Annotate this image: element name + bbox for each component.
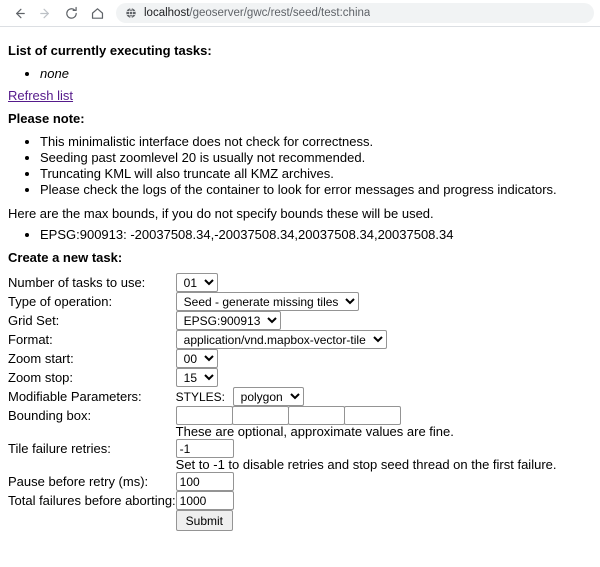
label-bounding-box: Bounding box: <box>8 408 92 423</box>
bounding-box-hint: These are optional, approximate values a… <box>175 424 454 439</box>
address-bar-host: localhost <box>144 7 190 19</box>
bounding-box-inputs <box>175 406 557 425</box>
reload-button[interactable] <box>58 1 84 25</box>
form-row-type-of-operation: Type of operation: Seed - generate missi… <box>8 292 556 311</box>
form-row-bounding-box: Bounding box: <box>8 406 556 425</box>
list-item: Please check the logs of the container t… <box>40 182 592 197</box>
label-zoom-start: Zoom start: <box>8 351 74 366</box>
address-bar[interactable]: localhost/geoserver/gwc/rest/seed/test:c… <box>116 3 594 23</box>
bbox-minx-input[interactable] <box>175 406 233 425</box>
globe-icon <box>125 7 137 19</box>
bbox-maxy-input[interactable] <box>343 406 401 425</box>
form-row-zoom-start: Zoom start: 00 <box>8 349 556 368</box>
label-tile-failure-retries: Tile failure retries: <box>8 441 111 456</box>
label-format: Format: <box>8 332 53 347</box>
home-button[interactable] <box>84 1 110 25</box>
styles-label: STYLES: <box>175 390 226 404</box>
reload-icon <box>64 6 79 21</box>
list-item: Seeding past zoomlevel 20 is usually not… <box>40 150 592 165</box>
type-of-operation-select[interactable]: Seed - generate missing tiles <box>175 292 359 311</box>
list-item: EPSG:900913: -20037508.34,-20037508.34,2… <box>40 227 592 242</box>
format-select[interactable]: application/vnd.mapbox-vector-tile <box>175 330 387 349</box>
form-row-tile-failure-retries: Tile failure retries: <box>8 439 556 458</box>
grid-set-select[interactable]: EPSG:900913 <box>175 311 281 330</box>
label-modifiable-parameters: Modifiable Parameters: <box>8 389 142 404</box>
forward-arrow-icon <box>38 6 53 21</box>
tile-failure-retries-hint: Set to -1 to disable retries and stop se… <box>175 457 557 472</box>
address-bar-path: /geoserver/gwc/rest/seed/test:china <box>189 7 371 19</box>
form-row-bounding-box-hint: These are optional, approximate values a… <box>8 425 556 439</box>
form-row-submit: Submit <box>8 510 556 531</box>
form-row-tile-failure-retries-hint: Set to -1 to disable retries and stop se… <box>8 457 557 472</box>
form-row-pause-before-retry: Pause before retry (ms): <box>8 472 556 491</box>
forward-button[interactable] <box>32 1 58 25</box>
label-number-of-tasks: Number of tasks to use: <box>8 275 146 290</box>
zoom-start-select[interactable]: 00 <box>175 349 218 368</box>
total-failures-input[interactable] <box>175 491 234 510</box>
address-bar-url: localhost/geoserver/gwc/rest/seed/test:c… <box>144 7 370 19</box>
bbox-miny-input[interactable] <box>231 406 289 425</box>
please-note-list: This minimalistic interface does not che… <box>8 134 592 197</box>
list-item: none <box>40 66 592 81</box>
styles-select[interactable]: polygon <box>232 387 304 406</box>
submit-button[interactable]: Submit <box>175 510 234 531</box>
bbox-maxx-input[interactable] <box>287 406 345 425</box>
list-item: This minimalistic interface does not che… <box>40 134 592 149</box>
executing-tasks-list: none <box>8 66 592 81</box>
label-pause-before-retry: Pause before retry (ms): <box>8 474 149 489</box>
back-arrow-icon <box>12 6 27 21</box>
executing-tasks-heading: List of currently executing tasks: <box>8 43 212 58</box>
pause-before-retry-input[interactable] <box>175 472 234 491</box>
number-of-tasks-select[interactable]: 01 <box>175 273 218 292</box>
please-note-heading: Please note: <box>8 111 85 126</box>
list-item: Truncating KML will also truncate all KM… <box>40 166 592 181</box>
form-row-modifiable-parameters: Modifiable Parameters: STYLES: polygon <box>8 387 556 406</box>
seed-task-form: Number of tasks to use: 01 Type of opera… <box>8 273 556 531</box>
form-row-total-failures: Total failures before aborting: <box>8 491 556 510</box>
refresh-list-link[interactable]: Refresh list <box>8 88 73 103</box>
form-row-grid-set: Grid Set: EPSG:900913 <box>8 311 556 330</box>
max-bounds-intro: Here are the max bounds, if you do not s… <box>8 206 434 221</box>
label-grid-set: Grid Set: <box>8 313 60 328</box>
label-total-failures: Total failures before aborting: <box>8 493 176 508</box>
form-row-format: Format: application/vnd.mapbox-vector-ti… <box>8 330 556 349</box>
page-content: List of currently executing tasks: none … <box>0 27 600 531</box>
home-icon <box>90 6 105 21</box>
tile-failure-retries-input[interactable] <box>175 439 234 458</box>
form-row-zoom-stop: Zoom stop: 15 <box>8 368 556 387</box>
label-zoom-stop: Zoom stop: <box>8 370 74 385</box>
label-type-of-operation: Type of operation: <box>8 294 113 309</box>
max-bounds-list: EPSG:900913: -20037508.34,-20037508.34,2… <box>8 227 592 242</box>
zoom-stop-select[interactable]: 15 <box>175 368 218 387</box>
back-button[interactable] <box>6 1 32 25</box>
refresh-list-row: Refresh list <box>8 88 592 103</box>
browser-toolbar: localhost/geoserver/gwc/rest/seed/test:c… <box>0 0 600 27</box>
form-row-number-of-tasks: Number of tasks to use: 01 <box>8 273 556 292</box>
create-task-heading: Create a new task: <box>8 250 123 265</box>
